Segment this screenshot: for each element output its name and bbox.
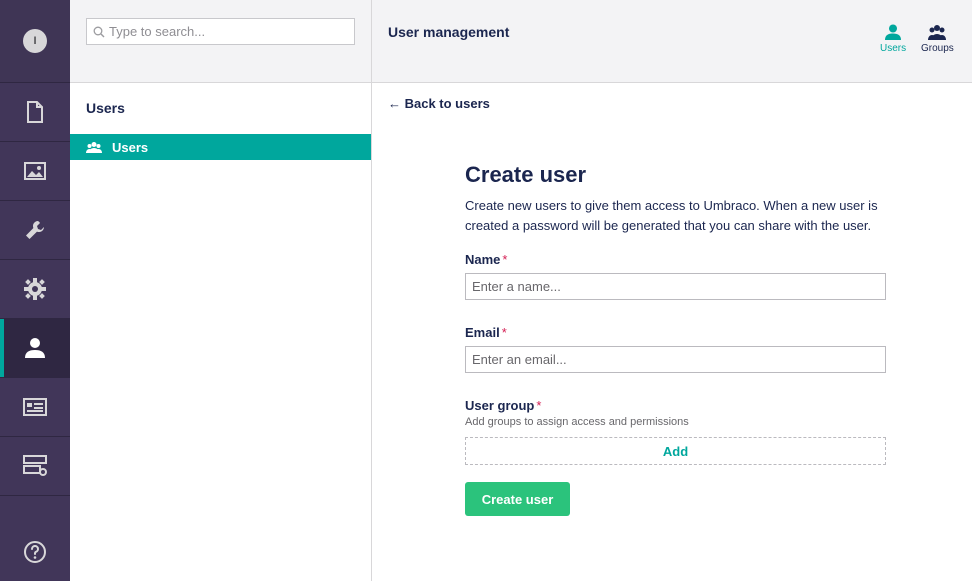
search-box[interactable] (86, 18, 355, 45)
users-group-icon (86, 142, 102, 153)
app-sidebar: I (0, 0, 70, 581)
required-mark: * (536, 398, 542, 413)
create-user-button[interactable]: Create user (465, 482, 570, 516)
name-field-group: Name * (465, 252, 886, 300)
email-field-group: Email * (465, 325, 886, 373)
back-to-users-link[interactable]: ← Back to users (388, 96, 490, 111)
create-user-form: Create user Create new users to give the… (465, 162, 886, 516)
section-settings[interactable] (0, 201, 70, 260)
name-input[interactable] (465, 273, 886, 300)
section-media[interactable] (0, 142, 70, 201)
section-forms[interactable] (0, 437, 70, 496)
main-header: User management Users Groups (372, 0, 972, 83)
search-input[interactable] (109, 24, 339, 39)
email-input[interactable] (465, 346, 886, 373)
help-icon (24, 541, 46, 563)
name-label-text: Name (465, 252, 501, 267)
form-heading: Create user (465, 162, 587, 187)
tree-header (70, 0, 371, 83)
required-mark: * (501, 325, 507, 340)
section-members[interactable] (0, 378, 70, 437)
users-group-icon (928, 25, 947, 40)
tree-panel: Users Users (70, 0, 372, 581)
name-label: Name * (465, 252, 886, 267)
add-user-group-button[interactable]: Add (465, 437, 886, 465)
server-icon (23, 455, 47, 476)
avatar[interactable]: I (23, 29, 47, 53)
user-icon (25, 338, 45, 358)
search-icon (93, 26, 105, 37)
section-packages[interactable] (0, 260, 70, 319)
section-content[interactable] (0, 83, 70, 142)
email-label-text: Email (465, 325, 500, 340)
tab-users-label: Users (880, 43, 907, 54)
user-group-label-text: User group (465, 398, 535, 413)
user-group-field-group: User group * Add groups to assign access … (465, 398, 886, 465)
tab-groups[interactable]: Groups (921, 24, 954, 54)
form-description: Create new users to give them access to … (465, 198, 878, 233)
document-icon (27, 101, 43, 123)
email-label: Email * (465, 325, 886, 340)
id-card-icon (23, 398, 47, 416)
tree-item-users[interactable]: Users (70, 134, 371, 160)
page-title: User management (388, 24, 510, 40)
gear-icon (24, 278, 46, 300)
section-users[interactable] (0, 319, 70, 378)
tree-title: Users (86, 100, 125, 116)
help-button[interactable] (0, 523, 70, 581)
image-icon (24, 162, 46, 180)
user-group-description: Add groups to assign access and permissi… (465, 416, 689, 428)
user-avatar-area: I (0, 0, 70, 83)
required-mark: * (502, 252, 508, 267)
wrench-icon (26, 220, 45, 239)
user-group-label: User group * (465, 398, 886, 413)
tree-item-label: Users (112, 139, 149, 155)
tab-users[interactable]: Users (880, 24, 906, 54)
user-icon (885, 24, 902, 40)
tab-groups-label: Groups (921, 43, 954, 54)
